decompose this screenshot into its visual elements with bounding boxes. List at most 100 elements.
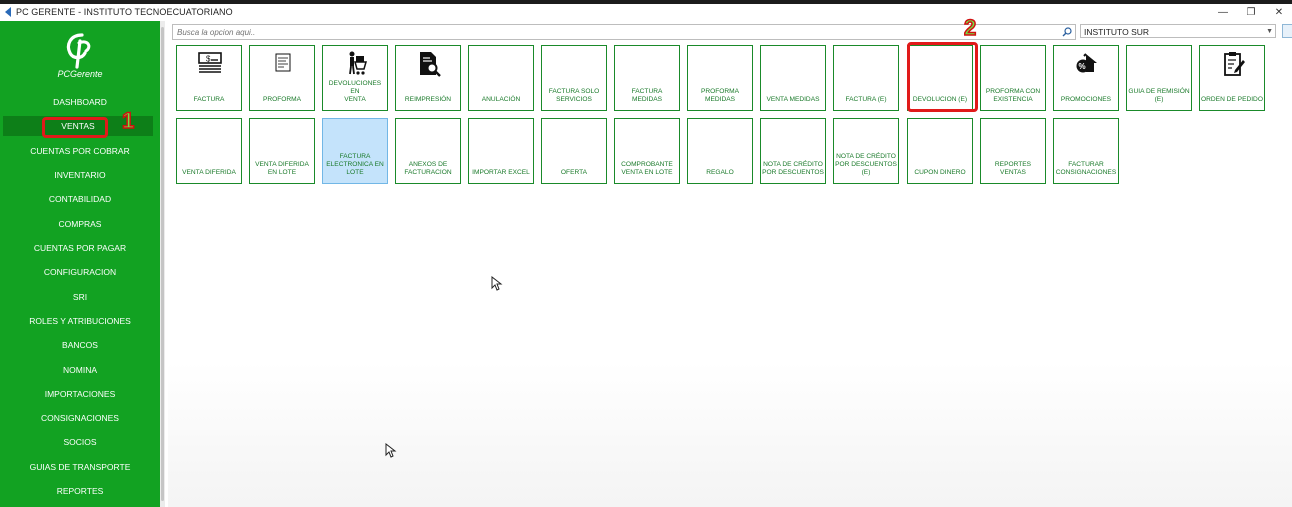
tile-nota-de-credito-por-descuentos[interactable]: NOTA DE CRÉDITO POR DESCUENTOS (760, 118, 826, 184)
tile-label: FACTURA SOLO SERVICIOS (548, 88, 600, 103)
sidebar-item-configuracion[interactable]: CONFIGURACION (0, 262, 160, 282)
sidebar-item-compras[interactable]: COMPRAS (0, 214, 160, 234)
tile-proforma-medidas[interactable]: PROFORMA MEDIDAS (687, 45, 753, 111)
tile-devoluciones-en-venta[interactable]: DEVOLUCIONES EN VENTA (322, 45, 388, 111)
tile-factura-electronica-en-lote[interactable]: FACTURA ELECTRONICA EN LOTE (322, 118, 388, 184)
tile-orden-de-pedido[interactable]: ORDEN DE PEDIDO (1199, 45, 1265, 111)
sidebar-item-inventario[interactable]: INVENTARIO (0, 165, 160, 185)
tile-label: GUIA DE REMISIÓN (E) (1128, 88, 1190, 103)
tile-label: PROFORMA (262, 96, 302, 103)
svg-text:%: % (1079, 62, 1086, 71)
pcgerente-logo-icon (66, 33, 91, 69)
tile-label: VENTA MEDIDAS (766, 96, 820, 103)
sidebar-item-guias-de-transporte[interactable]: GUIAS DE TRANSPORTE (0, 457, 160, 477)
tile-anulacion[interactable]: ANULACIÓN (468, 45, 534, 111)
restore-icon[interactable]: ❐ (1236, 4, 1266, 21)
proforma-icon (275, 53, 291, 72)
sidebar-item-importaciones[interactable]: IMPORTACIONES (0, 384, 160, 404)
tile-venta-medidas[interactable]: VENTA MEDIDAS (760, 45, 826, 111)
tile-label: CUPON DINERO (914, 169, 966, 176)
logo: PCGerente (52, 29, 108, 89)
mouse-cursor-icon (385, 443, 397, 458)
sidebar-item-cuentas-por-pagar[interactable]: CUENTAS POR PAGAR (0, 238, 160, 258)
tile-label: NOTA DE CRÉDITO POR DESCUENTOS (762, 161, 824, 176)
tile-proforma[interactable]: PROFORMA (249, 45, 315, 111)
sidebar-item-socios[interactable]: SOCIOS (0, 432, 160, 452)
app-icon (5, 7, 11, 17)
title-bar: PC GERENTE - INSTITUTO TECNOECUATORIANO … (0, 4, 1292, 21)
minimize-icon[interactable]: — (1208, 4, 1238, 21)
sidebar-scrollbar-thumb[interactable] (161, 27, 164, 501)
sidebar-item-dashboard[interactable]: DASHBOARD (0, 92, 160, 112)
branch-select[interactable]: INSTITUTO SUR ▼ (1080, 24, 1276, 38)
promotion-house-icon: % (1076, 53, 1097, 73)
tile-proforma-con-existencia[interactable]: PROFORMA CON EXISTENCIA (980, 45, 1046, 111)
window-title: PC GERENTE - INSTITUTO TECNOECUATORIANO (16, 7, 233, 17)
tile-label: ANEXOS DE FACTURACION (404, 161, 452, 176)
mouse-cursor-icon (491, 276, 503, 291)
tile-promociones[interactable]: % PROMOCIONES (1053, 45, 1119, 111)
invoice-icon: $ (198, 52, 222, 73)
tile-guia-de-remision-e[interactable]: GUIA DE REMISIÓN (E) (1126, 45, 1192, 111)
tile-label: COMPROBANTE VENTA EN LOTE (621, 161, 673, 176)
tile-label: OFERTA (560, 169, 588, 176)
sidebar-scrollbar[interactable] (160, 21, 165, 507)
tile-label: PROFORMA CON EXISTENCIA (985, 88, 1041, 103)
clipboard-edit-icon (1224, 52, 1245, 76)
tile-label: PROFORMA MEDIDAS (700, 88, 740, 103)
sidebar: PCGerente DASHBOARD VENTAS CUENTAS POR C… (0, 21, 160, 507)
tile-factura-solo-servicios[interactable]: FACTURA SOLO SERVICIOS (541, 45, 607, 111)
tile-regalo[interactable]: REGALO (687, 118, 753, 184)
annotation-number-1: 1 (121, 107, 135, 134)
tile-label: REIMPRESIÓN (404, 96, 452, 103)
tile-nota-de-credito-por-descuentos-e[interactable]: NOTA DE CRÉDITO POR DESCUENTOS (E) (833, 118, 899, 184)
annotation-number-2: 2 (963, 14, 977, 41)
sidebar-item-cuentas-por-cobrar[interactable]: CUENTAS POR COBRAR (0, 141, 160, 161)
search-box (172, 24, 1076, 40)
tile-factura-medidas[interactable]: FACTURA MEDIDAS (614, 45, 680, 111)
sidebar-item-nomina[interactable]: NOMINA (0, 360, 160, 380)
sidebar-item-roles-y-atribuciones[interactable]: ROLES Y ATRIBUCIONES (0, 311, 160, 331)
tile-label: FACTURA MEDIDAS (631, 88, 663, 103)
tile-factura[interactable]: $ FACTURA (176, 45, 242, 111)
svg-text:$: $ (206, 55, 211, 64)
chevron-down-icon[interactable]: ▼ (1266, 25, 1273, 39)
tile-facturar-consignaciones[interactable]: FACTURAR CONSIGNACIONES (1053, 118, 1119, 184)
tile-venta-diferida[interactable]: VENTA DIFERIDA (176, 118, 242, 184)
tile-reportes-ventas[interactable]: REPORTES VENTAS (980, 118, 1046, 184)
tile-label: REGALO (706, 169, 734, 176)
tile-factura-e[interactable]: FACTURA (E) (833, 45, 899, 111)
search-input[interactable] (175, 25, 1039, 39)
search-icon[interactable] (1061, 26, 1073, 38)
tile-label: IMPORTAR EXCEL (472, 169, 530, 176)
tile-label: VENTA DIFERIDA (182, 169, 236, 176)
tile-cupon-dinero[interactable]: CUPON DINERO (907, 118, 973, 184)
side-panel-button[interactable] (1282, 24, 1292, 38)
tile-oferta[interactable]: OFERTA (541, 118, 607, 184)
tile-label: VENTA DIFERIDA EN LOTE (255, 161, 309, 176)
tile-label: NOTA DE CRÉDITO POR DESCUENTOS (E) (835, 153, 897, 176)
sidebar-item-sri[interactable]: SRI (0, 287, 160, 307)
tile-anexos-de-facturacion[interactable]: ANEXOS DE FACTURACION (395, 118, 461, 184)
tile-label: REPORTES VENTAS (994, 161, 1032, 176)
tile-venta-diferida-en-lote[interactable]: VENTA DIFERIDA EN LOTE (249, 118, 315, 184)
sidebar-item-consignaciones[interactable]: CONSIGNACIONES (0, 408, 160, 428)
tile-label: FACTURA (E) (845, 96, 887, 103)
tile-label: FACTURA ELECTRONICA EN LOTE (326, 153, 384, 176)
sidebar-item-bancos[interactable]: BANCOS (0, 335, 160, 355)
sidebar-item-reportes[interactable]: REPORTES (0, 481, 160, 501)
tile-reimpresion[interactable]: REIMPRESIÓN (395, 45, 461, 111)
tile-label: ANULACIÓN (481, 96, 521, 103)
close-icon[interactable]: ✕ (1264, 4, 1292, 21)
tile-label: FACTURAR CONSIGNACIONES (1055, 161, 1117, 176)
logo-text: PCGerente (57, 69, 103, 79)
sidebar-item-contabilidad[interactable]: CONTABILIDAD (0, 189, 160, 209)
tile-label: ORDEN DE PEDIDO (1201, 96, 1263, 103)
annotation-box-devolucion-e (907, 42, 978, 112)
annotation-box-ventas (42, 117, 108, 138)
document-search-icon (420, 52, 441, 77)
tile-comprobante-venta-en-lote[interactable]: COMPROBANTE VENTA EN LOTE (614, 118, 680, 184)
branch-select-value: INSTITUTO SUR (1084, 27, 1150, 37)
main-panel: INSTITUTO SUR ▼ $ FACTURA PROFORMA (168, 21, 1292, 507)
tile-importar-excel[interactable]: IMPORTAR EXCEL (468, 118, 534, 184)
